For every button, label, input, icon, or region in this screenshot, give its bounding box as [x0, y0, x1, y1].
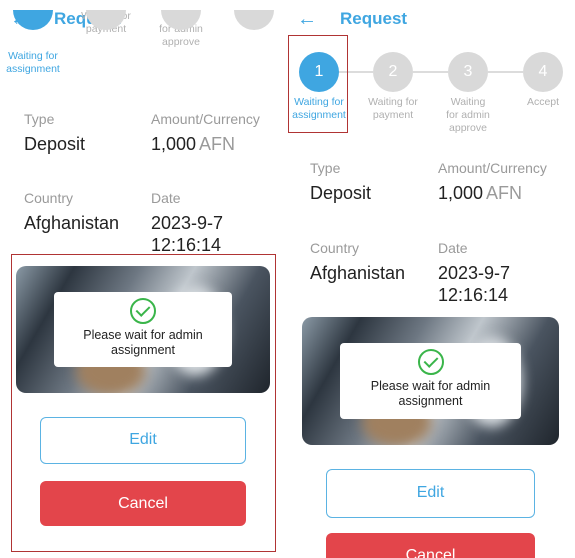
currency: AFN: [199, 134, 236, 154]
app-header-right: ← Request: [287, 1, 575, 37]
step-4-label-line1: Accept: [526, 96, 560, 108]
amount-row: 1,000 AFN: [151, 133, 235, 155]
currency: AFN: [486, 183, 523, 203]
notice-card: Please wait for admin assignment: [340, 343, 521, 419]
notice-line1: Please wait for admin: [370, 379, 491, 393]
arrow-left-icon[interactable]: ←: [295, 8, 319, 31]
type-value: Deposit: [310, 183, 372, 203]
step-1-label-line2: assignment: [6, 63, 60, 75]
amount-value: 1,000: [151, 134, 197, 154]
amount-value: 1,000: [438, 183, 484, 203]
date-value: 2023-9-7 12:16:14: [438, 262, 510, 306]
step-3: 3 Waiting for admin approve: [428, 52, 508, 135]
edit-button[interactable]: Edit: [326, 469, 535, 518]
step-2: 2 Waiting for payment: [353, 52, 433, 122]
step-2-label-line2: payment: [372, 109, 414, 121]
amount-row: 1,000 AFN: [438, 182, 522, 204]
step-1: Waiting for assignment: [0, 26, 73, 76]
type-label: Type: [310, 160, 341, 176]
step-2-circle: 2: [373, 52, 413, 92]
date-line1: 2023-9-7: [438, 263, 511, 283]
date-value: 2023-9-7 12:16:14: [151, 212, 223, 256]
date-line1: 2023-9-7: [151, 213, 224, 233]
step-3-label-line3: approve: [449, 122, 487, 134]
country-value: Afghanistan: [24, 213, 120, 233]
step-3-label-line3: approve: [162, 36, 200, 48]
country-label: Country: [310, 240, 360, 256]
country-value: Afghanistan: [310, 263, 406, 283]
amount-label: Amount/Currency: [151, 111, 260, 127]
highlight-box-step: [288, 35, 348, 133]
step-1-label-line1: Waiting for: [8, 50, 58, 62]
step-2-label-line1: Waiting for: [368, 96, 418, 108]
step-4-circle: 4: [523, 52, 563, 92]
type-label: Type: [24, 111, 55, 127]
step-3-circle: 3: [448, 52, 488, 92]
amount-label: Amount/Currency: [438, 160, 547, 176]
country-label: Country: [24, 190, 74, 206]
page-title-right: Request: [340, 9, 408, 28]
highlight-box-actions: [11, 254, 276, 552]
type-value: Deposit: [24, 134, 86, 154]
date-label: Date: [438, 240, 468, 256]
notice-line2: assignment: [398, 394, 463, 408]
cancel-button[interactable]: Cancel: [326, 533, 535, 558]
left-screen: ← Request Waiting for assignment Waiting…: [0, 0, 287, 558]
step-3-label-line2: for admin: [446, 109, 490, 121]
status-banner: Please wait for admin assignment: [302, 317, 559, 445]
step-3-label-line1: Waiting: [450, 96, 486, 108]
date-label: Date: [151, 190, 181, 206]
right-screen: ← Request 1 Waiting for assignment 2 Wai…: [287, 0, 575, 558]
date-line2: 12:16:14: [151, 235, 222, 255]
check-circle-icon: [417, 349, 444, 375]
step-4: 4 Accept: [503, 52, 575, 109]
date-line2: 12:16:14: [438, 285, 509, 305]
